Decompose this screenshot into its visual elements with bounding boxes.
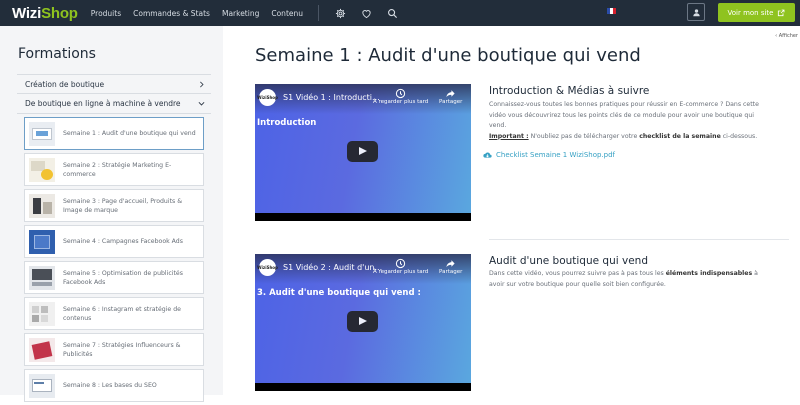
share-button[interactable]: Partager bbox=[439, 88, 462, 105]
show-sidebar-toggle[interactable]: ‹ Afficher bbox=[775, 33, 798, 39]
lesson-thumbnail bbox=[29, 157, 55, 182]
main-content: ‹ Afficher Semaine 1 : Audit d'une bouti… bbox=[223, 26, 800, 395]
channel-logo[interactable]: WiziShop bbox=[257, 259, 278, 276]
lesson-item-semaine-7[interactable]: Semaine 7 : Stratégies Influenceurs & Pu… bbox=[24, 333, 204, 366]
view-my-site-button[interactable]: Voir mon site bbox=[718, 3, 795, 22]
lesson-item-semaine-5[interactable]: Semaine 5 : Optimisation de publicités F… bbox=[24, 261, 204, 294]
user-account-button[interactable] bbox=[687, 3, 705, 21]
video-heading: Introduction bbox=[257, 118, 317, 128]
heart-icon[interactable] bbox=[359, 6, 373, 20]
lesson-thumbnail bbox=[29, 373, 55, 398]
lesson-thumbnail bbox=[29, 265, 55, 290]
user-icon bbox=[692, 8, 700, 16]
sidebar-item-creation-de-boutique[interactable]: Création de boutique bbox=[17, 74, 211, 94]
external-link-icon bbox=[778, 9, 785, 16]
lesson-thumbnail bbox=[29, 193, 55, 218]
video-player-2[interactable]: WiziShop S1 Vidéo 2 : Audit d'un... À re… bbox=[255, 254, 471, 391]
nav-commandes-stats[interactable]: Commandes & Stats bbox=[133, 9, 210, 18]
lesson-thumbnail bbox=[29, 229, 55, 254]
play-button-icon[interactable] bbox=[347, 141, 378, 162]
lesson-item-semaine-8[interactable]: Semaine 8 : Les bases du SEO bbox=[24, 369, 204, 402]
section-title-introduction: Introduction & Médias à suivre bbox=[489, 85, 650, 97]
nav-contenu[interactable]: Contenu bbox=[271, 9, 303, 18]
watch-later-button[interactable]: À regarder plus tard bbox=[373, 88, 428, 105]
chevron-down-icon bbox=[198, 102, 205, 106]
share-arrow-icon bbox=[446, 90, 455, 98]
section-title-audit: Audit d'une boutique qui vend bbox=[489, 255, 648, 267]
lesson-thumbnail bbox=[29, 121, 55, 146]
section-divider bbox=[489, 239, 789, 240]
chevron-right-icon bbox=[200, 81, 204, 87]
watch-later-button[interactable]: À regarder plus tard bbox=[373, 258, 428, 275]
nav-divider bbox=[318, 5, 319, 21]
nav-marketing[interactable]: Marketing bbox=[222, 9, 259, 18]
french-flag-icon[interactable] bbox=[607, 8, 616, 14]
wizishop-logo[interactable]: WiziShop bbox=[12, 5, 78, 22]
lesson-thumbnail bbox=[29, 301, 55, 326]
share-arrow-icon bbox=[446, 260, 455, 268]
lesson-list: Semaine 1 : Audit d'une boutique qui ven… bbox=[24, 117, 204, 405]
share-button[interactable]: Partager bbox=[439, 258, 462, 275]
search-icon[interactable] bbox=[385, 6, 399, 20]
page-title: Semaine 1 : Audit d'une boutique qui ven… bbox=[255, 45, 641, 66]
lesson-item-semaine-1[interactable]: Semaine 1 : Audit d'une boutique qui ven… bbox=[24, 117, 204, 150]
sidebar-item-boutique-machine-a-vendre[interactable]: De boutique en ligne à machine à vendre bbox=[17, 94, 211, 114]
lesson-item-semaine-4[interactable]: Semaine 4 : Campagnes Facebook Ads bbox=[24, 225, 204, 258]
lesson-item-semaine-2[interactable]: Semaine 2 : Stratégie Marketing E-commer… bbox=[24, 153, 204, 186]
settings-gear-icon[interactable] bbox=[333, 6, 347, 20]
channel-logo[interactable]: WiziShop bbox=[257, 89, 278, 106]
checklist-pdf-link[interactable]: Checklist Semaine 1 WiziShop.pdf bbox=[483, 151, 615, 159]
main-nav: Produits Commandes & Stats Marketing Con… bbox=[91, 5, 405, 21]
video-player-1[interactable]: WiziShop S1 Vidéo 1 : Introducti... À re… bbox=[255, 84, 471, 221]
lesson-item-semaine-3[interactable]: Semaine 3 : Page d'accueil, Produits & I… bbox=[24, 189, 204, 222]
video-title[interactable]: S1 Vidéo 2 : Audit d'un... bbox=[283, 263, 382, 272]
clock-icon bbox=[395, 88, 406, 99]
video-heading: 3. Audit d'une boutique qui vend : bbox=[257, 288, 421, 298]
cloud-download-icon bbox=[483, 152, 492, 158]
sidebar-title: Formations bbox=[18, 46, 96, 62]
section-description-introduction: Connaissez-vous toutes les bonnes pratiq… bbox=[489, 101, 759, 140]
lesson-thumbnail bbox=[29, 337, 55, 362]
nav-produits[interactable]: Produits bbox=[91, 9, 121, 18]
clock-icon bbox=[395, 258, 406, 269]
formations-sidebar: Formations Création de boutique De bouti… bbox=[0, 26, 223, 402]
lesson-item-semaine-6[interactable]: Semaine 6 : Instagram et stratégie de co… bbox=[24, 297, 204, 330]
section-description-audit: Dans cette vidéo, vous pourrez suivre pa… bbox=[489, 270, 758, 288]
play-button-icon[interactable] bbox=[347, 311, 378, 332]
video-title[interactable]: S1 Vidéo 1 : Introducti... bbox=[283, 93, 380, 102]
top-navigation-bar: WiziShop Produits Commandes & Stats Mark… bbox=[0, 0, 800, 26]
